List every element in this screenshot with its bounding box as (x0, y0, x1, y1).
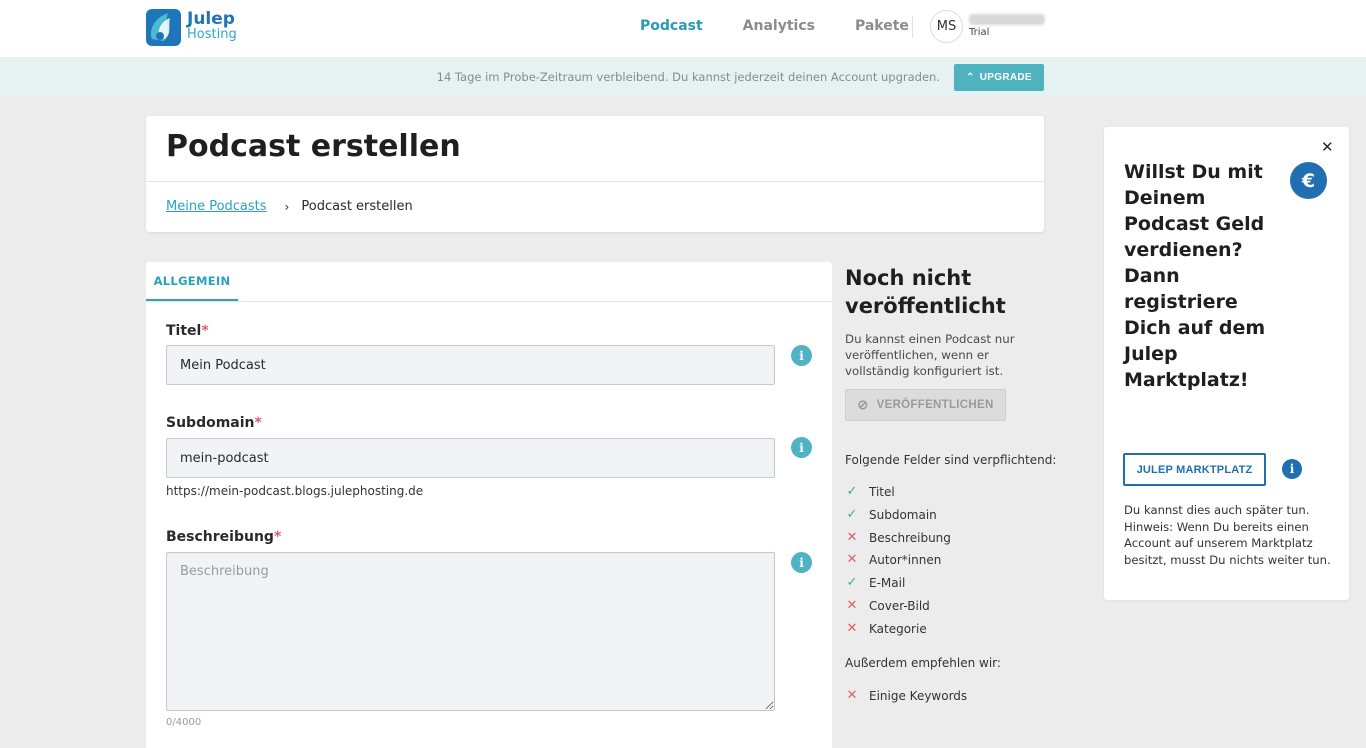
status-description: Du kannst einen Podcast nur veröffentlic… (845, 332, 1015, 378)
info-icon[interactable]: i (791, 345, 812, 366)
promo-note: Du kannst dies auch später tun. Hinweis:… (1124, 503, 1331, 567)
user-name-blurred (969, 14, 1045, 25)
required-item-label: Beschreibung (869, 530, 951, 545)
recommend-title: Außerdem empfehlen wir: (845, 656, 1001, 670)
cross-icon: ✕ (846, 598, 858, 613)
required-item-label: E-Mail (869, 575, 906, 590)
required-item-label: Subdomain (869, 507, 937, 522)
nav-podcast[interactable]: Podcast (640, 18, 703, 34)
breadcrumb: Meine Podcasts › Podcast erstellen (166, 199, 413, 214)
status-title: Noch nicht veröffentlicht (845, 266, 1006, 318)
info-icon[interactable]: i (791, 437, 812, 458)
required-item-label: Cover-Bild (869, 598, 930, 613)
required-item-label: Autor*innen (869, 552, 942, 567)
marketplace-promo-card: ✕ Willst Du mit Deinem Podcast Geld verd… (1104, 127, 1349, 600)
required-fields-title: Folgende Felder sind verpflichtend: (845, 453, 1057, 467)
recommend-item-label: Einige Keywords (869, 688, 968, 703)
euro-icon: € (1290, 162, 1327, 199)
check-icon: ✓ (846, 484, 858, 499)
tab-allgemein[interactable]: ALLGEMEIN (146, 262, 238, 301)
required-mark: * (254, 415, 262, 431)
required-item-autorinnen: ✕ Autor*innen (845, 552, 942, 567)
logo-subtitle: Hosting (187, 27, 237, 42)
required-item-email: ✓ E-Mail (845, 575, 906, 590)
required-item-label: Titel (869, 484, 895, 499)
title-input[interactable] (166, 345, 775, 385)
title-label-text: Titel (166, 323, 202, 339)
marketplace-button[interactable]: JULEP MARKTPLATZ (1123, 453, 1266, 486)
publish-icon: ⊘ (857, 397, 869, 412)
top-header: Julep Hosting Podcast Analytics Pakete M… (0, 0, 1366, 57)
description-textarea[interactable] (166, 552, 775, 711)
publish-label: VERÖFFENTLICHEN (876, 399, 994, 411)
avatar[interactable]: MS (930, 10, 963, 43)
chevron-right-icon: › (284, 199, 290, 214)
breadcrumb-link-my-podcasts[interactable]: Meine Podcasts (166, 199, 267, 214)
page-title-card: Podcast erstellen Meine Podcasts › Podca… (146, 116, 1044, 232)
breadcrumb-current: Podcast erstellen (301, 199, 413, 214)
check-icon: ✓ (846, 507, 858, 522)
required-item-cover-bild: ✕ Cover-Bild (845, 598, 930, 613)
divider (146, 181, 1044, 182)
recommend-item-keywords: ✕ Einige Keywords (845, 688, 968, 703)
required-mark: * (201, 323, 209, 339)
user-plan: Trial (969, 27, 990, 38)
subdomain-label-text: Subdomain (166, 415, 255, 431)
info-icon[interactable]: i (791, 552, 812, 573)
required-item-label: Kategorie (869, 621, 927, 636)
cross-icon: ✕ (846, 530, 858, 545)
required-item-titel: ✓ Titel (845, 484, 895, 499)
subdomain-input[interactable] (166, 438, 775, 478)
publish-status-panel: Noch nicht veröffentlicht Du kannst eine… (845, 264, 1056, 703)
check-icon: ✓ (846, 575, 858, 590)
podcast-form-card: ALLGEMEIN Titel* i Subdomain* i https://… (146, 262, 832, 748)
required-mark: * (273, 529, 282, 545)
required-item-kategorie: ✕ Kategorie (845, 621, 927, 636)
nav-divider (912, 16, 913, 38)
required-item-beschreibung: ✕ Beschreibung (845, 530, 951, 545)
cross-icon: ✕ (846, 621, 858, 636)
description-label-text: Beschreibung (166, 529, 274, 545)
promo-title: Willst Du mit Deinem Podcast Geld verdie… (1124, 161, 1266, 391)
logo-icon (146, 8, 181, 46)
cross-icon: ✕ (846, 552, 858, 567)
title-label: Titel* (166, 323, 209, 339)
trial-text: 14 Tage im Probe-Zeitraum verbleibend. D… (436, 70, 940, 84)
upgrade-label: UPGRADE (979, 72, 1032, 83)
required-item-subdomain: ✓ Subdomain (845, 507, 937, 522)
tab-divider (146, 301, 832, 302)
upgrade-button[interactable]: ⌃ UPGRADE (954, 64, 1044, 91)
subdomain-label: Subdomain* (166, 415, 262, 431)
publish-button[interactable]: ⊘ VERÖFFENTLICHEN (845, 389, 1006, 421)
nav-pakete[interactable]: Pakete (855, 18, 909, 34)
logo-title: Julep (187, 9, 235, 29)
info-icon[interactable]: i (1282, 459, 1302, 479)
main-nav: Podcast Analytics Pakete (640, 18, 949, 34)
nav-analytics[interactable]: Analytics (743, 18, 815, 34)
description-label: Beschreibung* (166, 529, 281, 545)
cross-icon: ✕ (846, 688, 858, 703)
trial-banner: 14 Tage im Probe-Zeitraum verbleibend. D… (0, 57, 1366, 97)
page-title: Podcast erstellen (166, 129, 461, 164)
logo[interactable]: Julep Hosting (146, 8, 237, 46)
subdomain-url: https://mein-podcast.blogs.julephosting.… (166, 484, 424, 498)
close-icon[interactable]: ✕ (1321, 138, 1334, 156)
chevron-up-icon: ⌃ (966, 72, 975, 83)
character-counter: 0/4000 (166, 717, 202, 728)
